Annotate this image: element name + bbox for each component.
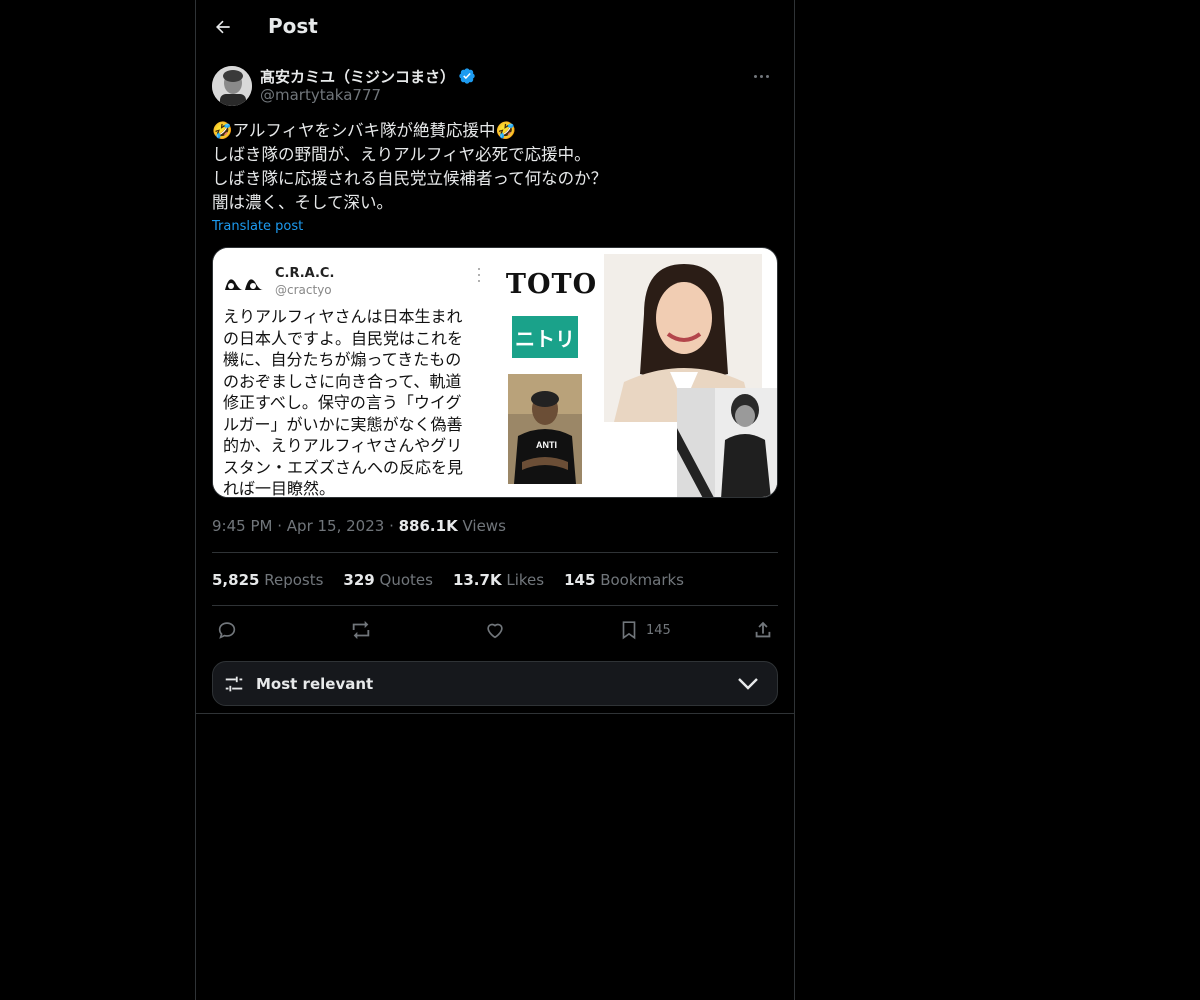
- post-date[interactable]: Apr 15, 2023: [287, 517, 385, 535]
- heart-icon: [487, 623, 503, 639]
- sort-label: Most relevant: [256, 675, 374, 693]
- quotes-label: Quotes: [379, 571, 433, 589]
- sort-replies-dropdown[interactable]: Most relevant: [212, 661, 778, 706]
- embedded-line: 修正すべし。保守の言う「ウイグ: [223, 393, 462, 412]
- post-line: 闇は濃く、そして深い。: [212, 193, 394, 212]
- avatar[interactable]: [212, 66, 252, 106]
- reposts-stat[interactable]: 5,825 Reposts: [212, 571, 323, 589]
- post-line: しばき隊に応援される自民党立候補者って何なのか？: [212, 169, 608, 188]
- repost-icon: [352, 620, 370, 640]
- bookmarks-stat[interactable]: 145 Bookmarks: [564, 571, 684, 589]
- author-handle[interactable]: @martytaka777: [260, 86, 381, 104]
- crac-logo-icon: [225, 279, 263, 290]
- bookmark-icon: [622, 621, 636, 640]
- post-line: 🤣アルフィヤをシバキ隊が絶賛応援中🤣: [212, 121, 517, 140]
- likes-stat[interactable]: 13.7K Likes: [453, 571, 544, 589]
- quotes-count: 329: [343, 571, 375, 589]
- post-time[interactable]: 9:45 PM: [212, 517, 272, 535]
- author-row: 髙安カミユ（ミジンコまさ） @martytaka777: [212, 64, 778, 108]
- sliders-icon: [225, 676, 243, 692]
- reply-button[interactable]: [216, 615, 238, 645]
- embedded-tweet-text: えりアルフィヤさんは日本生まれ の日本人ですよ。自民党はこれを 機に、自分たちが…: [223, 306, 485, 498]
- chevron-down-icon: [738, 678, 758, 690]
- reply-icon: [218, 622, 236, 639]
- author-name[interactable]: 髙安カミユ（ミジンコまさ）: [260, 66, 455, 87]
- engagement-stats: 5,825 Reposts 329 Quotes 13.7K Likes 145…: [212, 571, 684, 589]
- embedded-author-name: C.R.A.C.: [275, 266, 335, 281]
- quotes-stat[interactable]: 329 Quotes: [343, 571, 433, 589]
- action-bar: 145: [212, 615, 778, 645]
- post-text: 🤣アルフィヤをシバキ隊が絶賛応援中🤣 しばき隊の野間が、えりアルフィヤ必死で応援…: [212, 119, 778, 215]
- divider: [196, 713, 794, 714]
- reposts-label: Reposts: [264, 571, 324, 589]
- man-with-bat-photo: [677, 388, 777, 497]
- embedded-line: 的か、えりアルフィヤさんやグリ: [223, 436, 463, 455]
- embedded-tweet-image: C.R.A.C. @cractyo えりアルフィヤさんは日本生まれ の日本人です…: [213, 248, 490, 498]
- post-meta: 9:45 PM · Apr 15, 2023 · 886.1K Views: [212, 517, 506, 535]
- translate-post-link[interactable]: Translate post: [212, 219, 303, 234]
- embedded-line: えりアルフィヤさんは日本生まれ: [223, 307, 463, 326]
- page-title: Post: [268, 14, 318, 38]
- embedded-line: 機に、自分たちが煽ってきたもの: [223, 350, 462, 369]
- divider: [212, 605, 778, 606]
- man-photo: ANTI: [508, 374, 582, 484]
- share-icon: [755, 621, 771, 638]
- embedded-more-icon: [478, 268, 481, 282]
- likes-count: 13.7K: [452, 571, 502, 589]
- toto-logo: TOTO: [494, 262, 609, 306]
- views-count: 886.1K: [398, 517, 458, 535]
- arrow-left-icon: [216, 20, 230, 34]
- share-button[interactable]: [752, 615, 774, 645]
- more-dot: [753, 74, 757, 78]
- back-button[interactable]: [206, 10, 240, 44]
- views-label: Views: [462, 517, 506, 535]
- like-button[interactable]: [484, 615, 506, 645]
- embedded-line: の日本人ですよ。自民党はこれを: [223, 328, 464, 348]
- bookmark-button[interactable]: 145: [618, 615, 671, 645]
- reposts-count: 5,825: [212, 571, 260, 589]
- verified-badge-icon: [459, 68, 475, 84]
- embedded-line: れば一目瞭然。: [223, 479, 336, 498]
- main-column: Post 髙安カミユ（ミジンコまさ） @martytaka777 🤣アルフィヤを…: [195, 0, 795, 1000]
- bookmarks-count: 145: [564, 571, 596, 589]
- embedded-line: スタン・エズズさんへの反応を見: [223, 457, 464, 477]
- embedded-author-handle: @cractyo: [275, 283, 332, 297]
- more-dot: [765, 74, 769, 78]
- repost-button[interactable]: [350, 615, 372, 645]
- nitori-logo: ニトリ: [512, 316, 578, 358]
- post-line: しばき隊の野間が、えりアルフィヤ必死で応援中。: [212, 145, 591, 164]
- more-options-button[interactable]: [744, 64, 778, 88]
- likes-label: Likes: [506, 571, 545, 589]
- shirt-text: ANTI: [536, 440, 557, 450]
- bookmarks-label: Bookmarks: [600, 571, 684, 589]
- bookmark-count: 145: [646, 622, 671, 638]
- embedded-line: のおぞましさに向き合って、軌道: [223, 371, 462, 391]
- more-dot: [759, 74, 763, 78]
- divider: [212, 552, 778, 553]
- page-header: Post: [196, 0, 794, 54]
- post-media[interactable]: C.R.A.C. @cractyo えりアルフィヤさんは日本生まれ の日本人です…: [212, 247, 778, 498]
- embedded-line: ルガー」がいかに実態がなく偽善: [223, 414, 463, 434]
